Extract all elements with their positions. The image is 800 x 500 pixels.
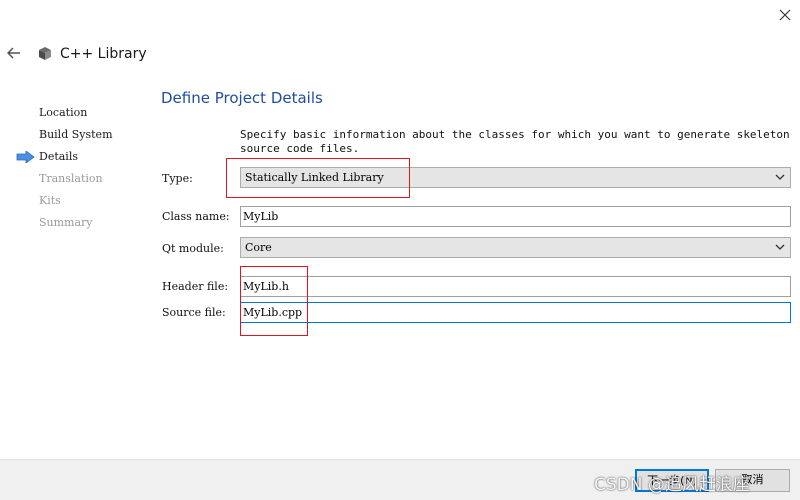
cube-icon [39, 47, 51, 60]
source-file-value: MyLib.cpp [243, 306, 303, 319]
wizard-steps: Location Build System Details Translatio… [16, 104, 146, 236]
qt-module-value: Core [245, 241, 272, 254]
back-button[interactable] [4, 42, 24, 64]
type-combobox[interactable]: Statically Linked Library [240, 167, 791, 188]
step-label: Kits [39, 194, 61, 207]
type-label: Type: [162, 172, 193, 185]
step-translation: Translation [16, 170, 146, 192]
qt-module-combobox[interactable]: Core [240, 237, 791, 258]
next-button[interactable]: 下一步(N) [635, 469, 709, 492]
close-icon [779, 9, 791, 21]
page-title: Define Project Details [161, 89, 323, 107]
type-value: Statically Linked Library [245, 171, 384, 184]
wizard-title: C++ Library [60, 46, 147, 62]
footer-bar: 下一步(N) 取消 [0, 459, 800, 500]
step-location: Location [16, 104, 146, 126]
source-file-field[interactable]: MyLib.cpp [240, 302, 791, 323]
class-name-field[interactable]: MyLib [240, 206, 791, 227]
step-label: Build System [39, 128, 113, 141]
step-label: Location [39, 106, 88, 119]
step-label: Summary [39, 216, 93, 229]
chevron-down-icon [775, 244, 785, 250]
step-summary: Summary [16, 214, 146, 236]
cancel-button[interactable]: 取消 [715, 469, 790, 492]
step-details: Details [16, 148, 146, 170]
step-label: Details [39, 150, 78, 163]
class-name-label: Class name: [162, 210, 230, 223]
back-arrow-icon [7, 47, 20, 59]
step-build-system: Build System [16, 126, 146, 148]
header-file-value: MyLib.h [243, 280, 289, 293]
qt-module-label: Qt module: [162, 242, 224, 255]
arrow-right-icon [16, 151, 35, 163]
chevron-down-icon [775, 174, 785, 180]
source-file-label: Source file: [162, 306, 226, 319]
close-button[interactable] [772, 2, 798, 28]
header-file-field[interactable]: MyLib.h [240, 276, 791, 297]
page-description: Specify basic information about the clas… [240, 128, 790, 155]
step-label: Translation [39, 172, 103, 185]
header-file-label: Header file: [162, 280, 229, 293]
class-name-value: MyLib [243, 210, 279, 223]
step-kits: Kits [16, 192, 146, 214]
